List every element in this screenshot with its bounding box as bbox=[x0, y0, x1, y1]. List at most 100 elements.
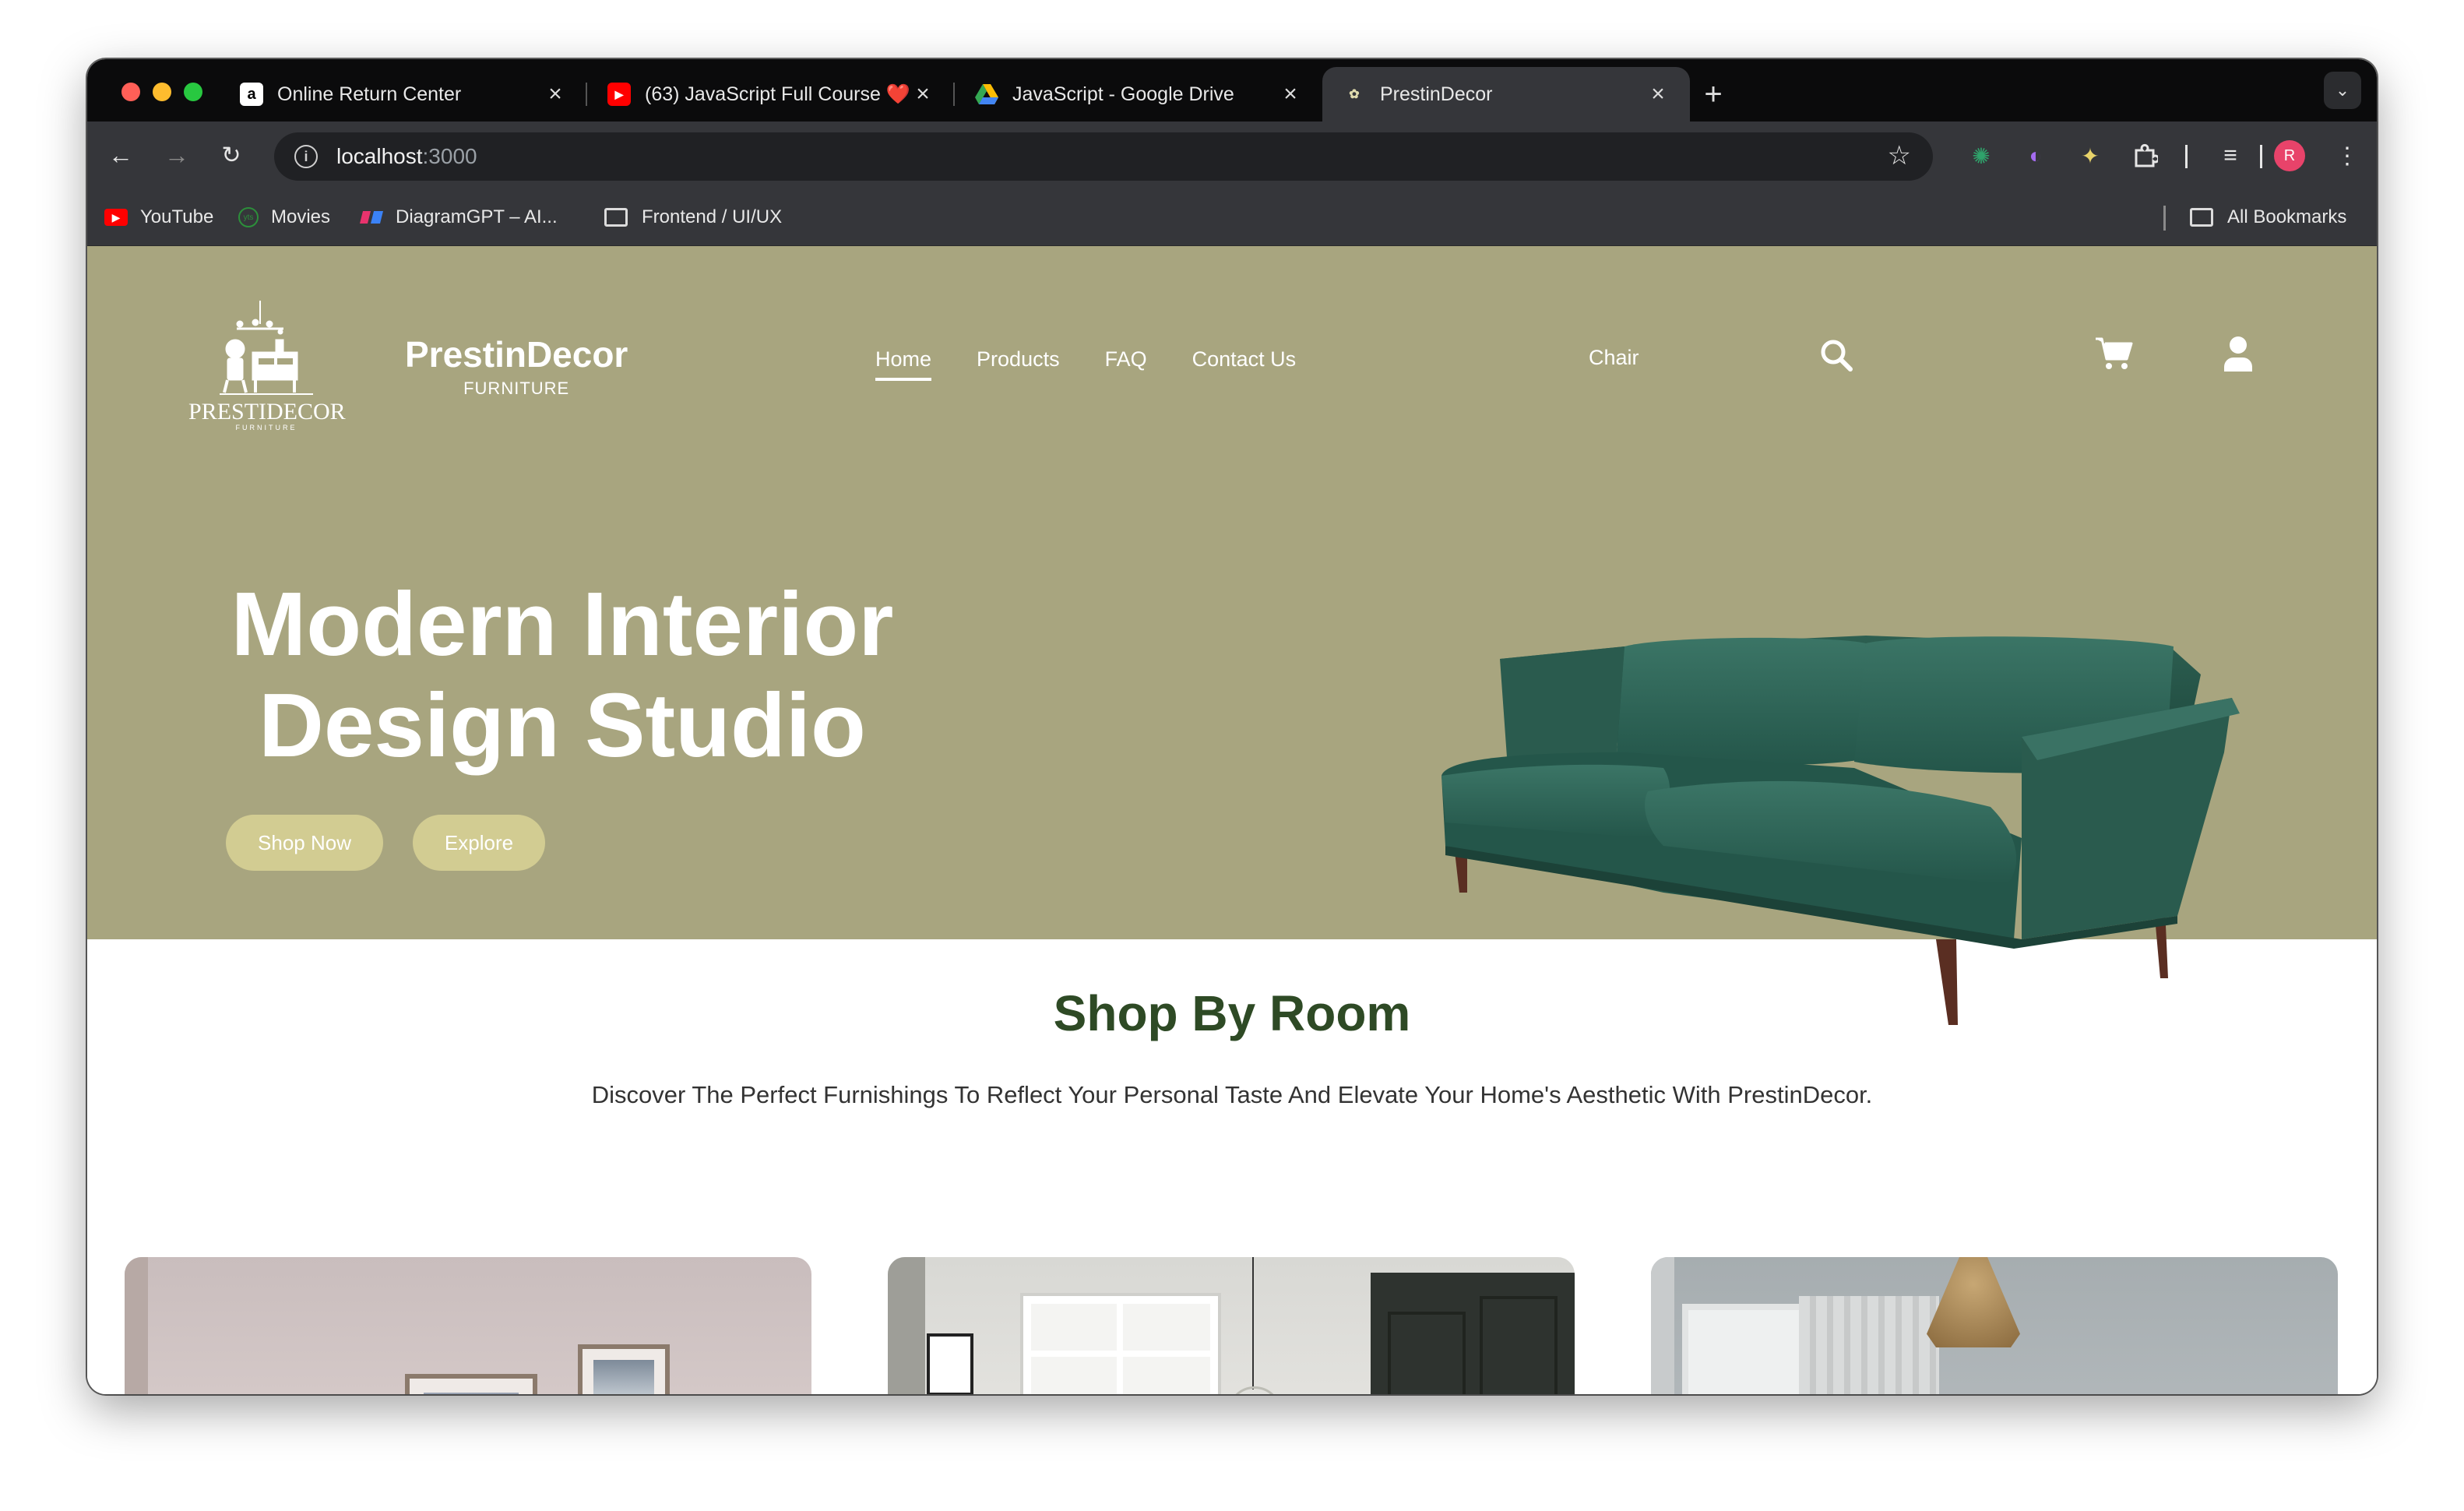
all-bookmarks-label: All Bookmarks bbox=[2227, 206, 2347, 227]
address-host: localhost bbox=[336, 144, 423, 168]
folder-icon bbox=[2190, 208, 2213, 227]
bookmark-frontend-folder[interactable]: Frontend / UI/UX bbox=[604, 204, 782, 231]
tab-google-drive[interactable]: JavaScript - Google Drive × bbox=[955, 67, 1322, 122]
site-icon: ✿ bbox=[1349, 88, 1360, 101]
hero-headline-line1: Modern Interior bbox=[231, 573, 894, 674]
media-controls-icon[interactable]: ≡ bbox=[2213, 139, 2248, 173]
bookmark-label: YouTube bbox=[140, 206, 214, 227]
amazon-icon: a bbox=[240, 83, 263, 106]
bookmark-label: Frontend / UI/UX bbox=[642, 206, 783, 227]
bookmark-star-icon[interactable]: ☆ bbox=[1888, 140, 1911, 171]
profile-avatar[interactable]: R bbox=[2274, 140, 2305, 171]
reload-button[interactable]: ↻ bbox=[213, 137, 249, 173]
bookmark-label: DiagramGPT – AI... bbox=[396, 206, 558, 227]
curtain-image bbox=[1799, 1296, 1939, 1394]
room-card-dining-room[interactable] bbox=[1651, 1257, 2338, 1394]
site-logo[interactable]: PRESTIDECOR FURNITURE bbox=[188, 301, 346, 433]
brand-subtitle: FURNITURE bbox=[463, 379, 570, 398]
rattan-pendant-image bbox=[1927, 1257, 2020, 1347]
window-image bbox=[1023, 1296, 1218, 1394]
wall-edge-image bbox=[1651, 1257, 1674, 1394]
tab-online-return-center[interactable]: a Online Return Center × bbox=[220, 67, 587, 122]
nav-contact-us[interactable]: Contact Us bbox=[1192, 347, 1297, 381]
shop-by-room-title: Shop By Room bbox=[1053, 985, 1411, 1041]
diagramgpt-icon bbox=[360, 209, 383, 226]
curtain-image bbox=[125, 1257, 148, 1394]
nav-home[interactable]: Home bbox=[875, 347, 932, 381]
more-menu-icon[interactable]: ⋮ bbox=[2330, 139, 2364, 173]
nav-products[interactable]: Products bbox=[977, 347, 1060, 381]
puzzle-icon[interactable] bbox=[2128, 139, 2162, 173]
tab-strip: a Online Return Center × ▶ (63) JavaScri… bbox=[87, 59, 2377, 122]
browser-window: a Online Return Center × ▶ (63) JavaScri… bbox=[87, 59, 2377, 1394]
bookmarks-divider bbox=[2163, 206, 2166, 231]
bookmark-label: Movies bbox=[271, 206, 331, 227]
site-info-icon[interactable]: i bbox=[294, 145, 318, 168]
tab-search-button[interactable]: ⌄ bbox=[2324, 72, 2361, 109]
ideas-extension-icon[interactable]: ✦ bbox=[2073, 139, 2107, 173]
close-icon[interactable]: × bbox=[911, 81, 935, 107]
window-controls bbox=[121, 83, 202, 101]
folder-icon bbox=[604, 208, 628, 227]
bookmark-diagramgpt[interactable]: DiagramGPT – AI... bbox=[360, 204, 558, 231]
search-input[interactable] bbox=[1589, 346, 1791, 370]
minimize-window-button[interactable] bbox=[153, 83, 171, 101]
all-bookmarks-button[interactable]: All Bookmarks bbox=[2190, 204, 2346, 231]
wall-art-image bbox=[927, 1333, 973, 1394]
bookmarks-bar: ▶ YouTube yts Movies DiagramGPT – AI... … bbox=[87, 188, 2377, 246]
address-bar[interactable]: i localhost:3000 ☆ bbox=[274, 132, 1933, 181]
room-card-living-room[interactable] bbox=[125, 1257, 811, 1394]
green-sofa-image bbox=[1441, 636, 2240, 1025]
close-icon[interactable]: × bbox=[1279, 81, 1302, 107]
bookmark-movies[interactable]: yts Movies bbox=[238, 204, 330, 231]
search-icon bbox=[1821, 340, 1853, 372]
logo-subtext: FURNITURE bbox=[235, 424, 297, 431]
wall-art-image bbox=[405, 1374, 537, 1394]
toolbar-divider bbox=[2260, 145, 2262, 168]
room-card-bedroom[interactable] bbox=[888, 1257, 1575, 1394]
address-port: :3000 bbox=[422, 144, 477, 168]
tab-title: Online Return Center bbox=[277, 83, 462, 105]
pendant-lamp-image bbox=[1227, 1386, 1282, 1394]
close-icon[interactable]: × bbox=[1646, 81, 1670, 107]
forward-button[interactable]: → bbox=[159, 137, 195, 173]
new-tab-button[interactable]: + bbox=[1690, 67, 1737, 122]
bookmark-youtube[interactable]: ▶ YouTube bbox=[104, 204, 213, 231]
toolbar-divider bbox=[2185, 145, 2188, 168]
wardrobe-image bbox=[1371, 1273, 1575, 1394]
shop-by-room-subtitle: Discover The Perfect Furnishings To Refl… bbox=[591, 1081, 1873, 1108]
logo-text: PRESTIDECOR bbox=[188, 399, 346, 424]
brand[interactable]: PrestinDecor FURNITURE bbox=[405, 333, 628, 399]
cart-button[interactable] bbox=[2092, 332, 2135, 375]
search-button[interactable] bbox=[1815, 333, 1858, 377]
maximize-window-button[interactable] bbox=[184, 83, 202, 101]
explore-button[interactable]: Explore bbox=[413, 815, 545, 871]
shop-now-button[interactable]: Shop Now bbox=[226, 815, 383, 871]
main-nav: Home Products FAQ Contact Us bbox=[875, 347, 1296, 381]
cart-icon bbox=[2096, 337, 2133, 369]
tab-javascript-course[interactable]: ▶ (63) JavaScript Full Course ❤️ × bbox=[587, 67, 955, 122]
wall-art-image bbox=[578, 1344, 670, 1394]
youtube-icon: ▶ bbox=[104, 209, 128, 226]
movies-icon: yts bbox=[238, 207, 259, 227]
youtube-icon: ▶ bbox=[607, 83, 631, 106]
brand-name: PrestinDecor bbox=[405, 334, 628, 375]
tabs: a Online Return Center × ▶ (63) JavaScri… bbox=[220, 67, 1737, 122]
account-button[interactable] bbox=[2216, 332, 2260, 375]
tab-title: PrestinDecor bbox=[1380, 83, 1493, 105]
google-drive-icon bbox=[975, 83, 998, 106]
nav-faq[interactable]: FAQ bbox=[1105, 347, 1147, 381]
pendant-cord bbox=[1252, 1257, 1254, 1389]
hero-headline-line2: Design Studio bbox=[259, 674, 866, 776]
browser-toolbar: ← → ↻ i localhost:3000 ☆ ✺ ◐ ✦ ≡ R ⋮ bbox=[87, 122, 2377, 188]
tab-title: (63) JavaScript Full Course ❤️ bbox=[645, 83, 910, 105]
user-icon bbox=[2224, 336, 2252, 372]
back-button[interactable]: ← bbox=[103, 137, 139, 173]
close-window-button[interactable] bbox=[121, 83, 140, 101]
tab-prestindecor[interactable]: ✿ PrestinDecor × bbox=[1322, 67, 1690, 122]
hero-headline: Modern Interior Design Studio bbox=[227, 573, 897, 776]
extension-icon[interactable]: ◐ bbox=[2019, 139, 2053, 173]
web-page: PRESTIDECOR FURNITURE PrestinDecor FURNI… bbox=[87, 246, 2377, 1394]
close-icon[interactable]: × bbox=[544, 81, 567, 107]
chatgpt-extension-icon[interactable]: ✺ bbox=[1964, 139, 1998, 173]
